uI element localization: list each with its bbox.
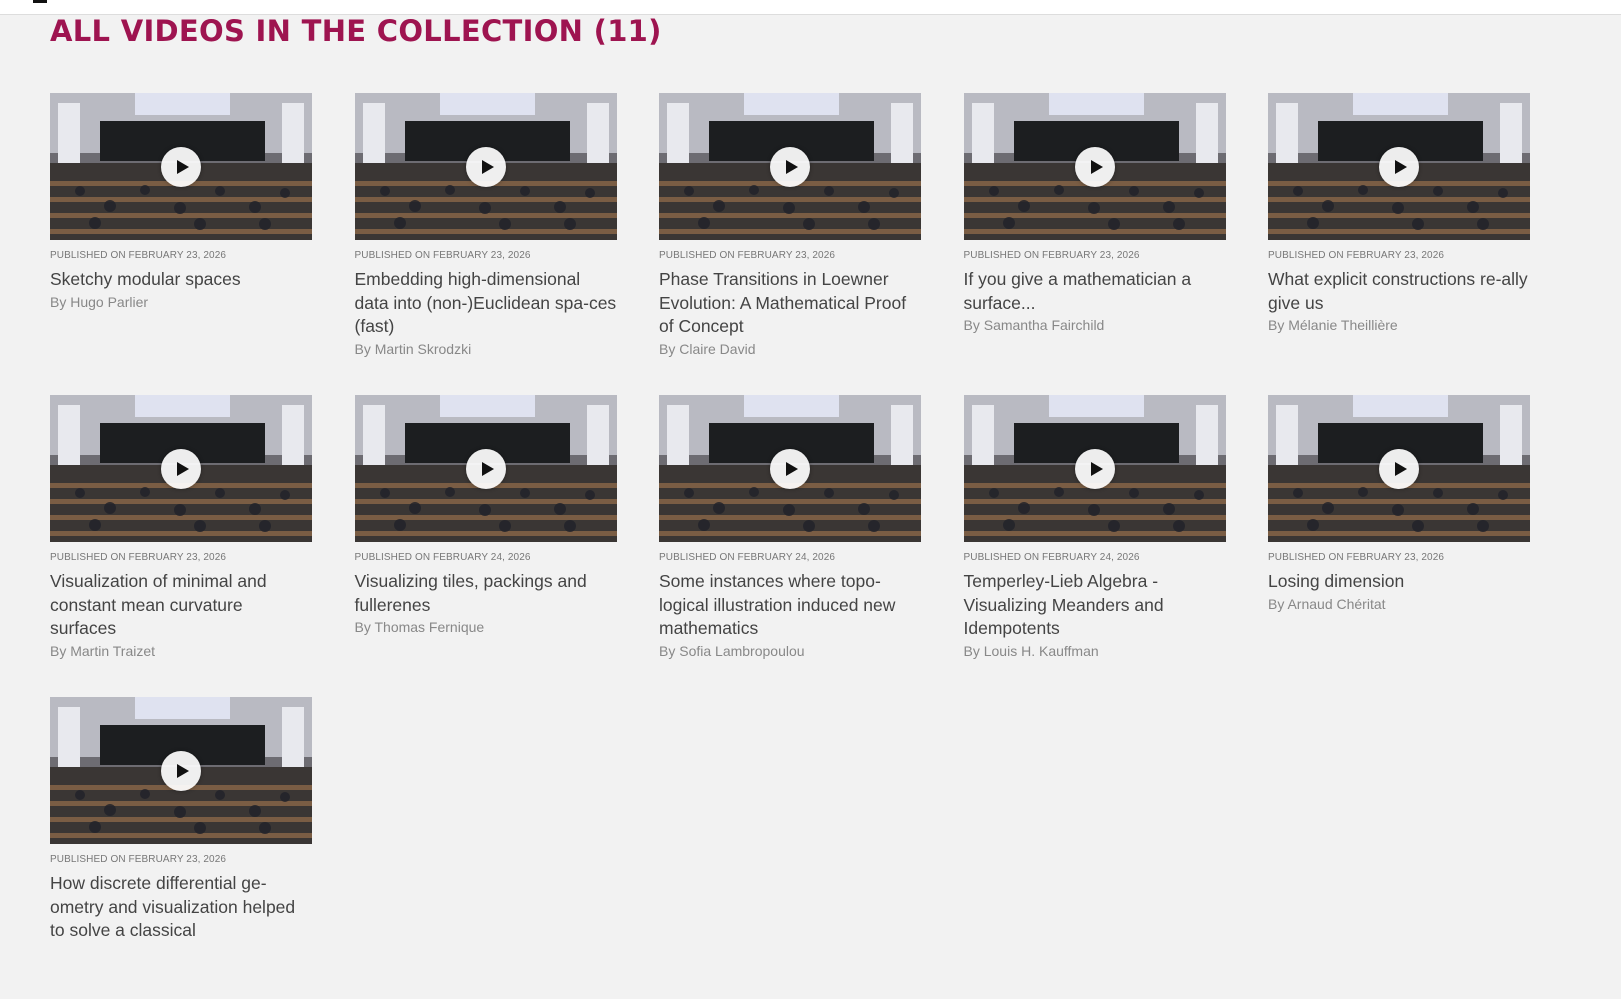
publish-date: PUBLISHED ON FEBRUARY 23, 2026 [50,552,227,563]
play-icon[interactable] [161,751,201,791]
video-card[interactable]: PUBLISHED ON FEBRUARY 23, 2026 How discr… [50,697,313,999]
video-title[interactable]: If you give a mathematician a surface... [964,268,1227,315]
video-thumbnail[interactable] [50,697,312,844]
play-icon[interactable] [161,449,201,489]
video-thumbnail[interactable] [354,395,617,542]
video-author: By Martin Skrodzki [354,340,472,357]
video-card[interactable]: PUBLISHED ON FEBRUARY 23, 2026 Embedding… [354,93,618,395]
publish-date: PUBLISHED ON FEBRUARY 24, 2026 [963,552,1140,563]
video-grid: PUBLISHED ON FEBRUARY 23, 2026 Sketchy m… [50,93,1530,999]
video-author: By Thomas Fernique [354,619,485,635]
publish-date: PUBLISHED ON FEBRUARY 23, 2026 [50,250,227,261]
play-icon[interactable] [1074,449,1115,489]
video-card[interactable]: PUBLISHED ON FEBRUARY 23, 2026 If you gi… [963,93,1227,395]
publish-date: PUBLISHED ON FEBRUARY 23, 2026 [1268,552,1445,563]
video-author: By Martin Traizet [50,642,156,659]
video-thumbnail[interactable] [1268,93,1530,240]
play-icon[interactable] [1379,449,1419,489]
video-card[interactable]: PUBLISHED ON FEBRUARY 23, 2026 Sketchy m… [50,93,313,395]
video-thumbnail[interactable] [963,93,1226,240]
video-thumbnail[interactable] [354,93,617,240]
video-card[interactable]: PUBLISHED ON FEBRUARY 24, 2026 Visualizi… [354,395,618,697]
publish-date: PUBLISHED ON FEBRUARY 23, 2026 [354,250,531,261]
video-title[interactable]: Temperley-Lieb Algebra - Visualizing Mea… [964,570,1227,641]
video-title[interactable]: Visualization of minimal and constant me… [50,570,313,641]
video-thumbnail[interactable] [963,395,1226,542]
video-title[interactable]: Some instances where topo-logical illust… [659,570,922,641]
publish-date: PUBLISHED ON FEBRUARY 23, 2026 [1268,250,1445,261]
play-icon[interactable] [770,449,810,489]
video-author: By Arnaud Chéritat [1268,595,1386,612]
play-icon[interactable] [1074,147,1115,187]
play-icon[interactable] [770,147,810,187]
video-thumbnail[interactable] [659,93,921,240]
publish-date: PUBLISHED ON FEBRUARY 23, 2026 [963,250,1140,261]
video-author: By Sofia Lambropoulou [659,642,805,659]
play-icon[interactable] [465,449,506,489]
play-icon[interactable] [161,147,201,187]
video-title[interactable]: Embedding high-dimensional data into (no… [355,268,618,339]
video-thumbnail[interactable] [50,395,312,542]
video-author: By Claire David [659,340,756,357]
video-card[interactable]: PUBLISHED ON FEBRUARY 23, 2026 Visualiza… [50,395,313,697]
video-card[interactable]: PUBLISHED ON FEBRUARY 24, 2026 Some inst… [659,395,922,697]
video-thumbnail[interactable] [50,93,312,240]
video-title[interactable]: Visualizing tiles, packings and fulleren… [355,570,618,617]
video-card[interactable]: PUBLISHED ON FEBRUARY 23, 2026 What expl… [1268,93,1531,395]
play-icon[interactable] [1379,147,1419,187]
video-author: By Hugo Parlier [50,293,149,310]
publish-date: PUBLISHED ON FEBRUARY 24, 2026 [354,552,531,563]
collection-heading: ALL VIDEOS IN THE COLLECTION (11) [50,14,662,48]
video-author: By Samantha Fairchild [963,317,1105,333]
video-title[interactable]: Sketchy modular spaces [50,268,313,292]
publish-date: PUBLISHED ON FEBRUARY 23, 2026 [659,250,836,261]
video-title[interactable]: Phase Transitions in Loewner Evolution: … [659,268,922,339]
publish-date: PUBLISHED ON FEBRUARY 24, 2026 [659,552,836,563]
publish-date: PUBLISHED ON FEBRUARY 23, 2026 [50,854,227,865]
video-author: By Mélanie Theillière [1268,317,1398,333]
top-navigation-bar [0,0,1621,15]
video-card[interactable]: PUBLISHED ON FEBRUARY 24, 2026 Temperley… [963,395,1227,697]
menu-icon[interactable] [33,0,47,3]
video-card[interactable]: PUBLISHED ON FEBRUARY 23, 2026 Losing di… [1268,395,1531,697]
video-author: By Louis H. Kauffman [963,642,1099,659]
video-thumbnail[interactable] [1268,395,1530,542]
play-icon[interactable] [465,147,506,187]
video-card[interactable]: PUBLISHED ON FEBRUARY 23, 2026 Phase Tra… [659,93,922,395]
video-title[interactable]: Losing dimension [1268,570,1531,594]
video-title[interactable]: What explicit constructions re-ally give… [1268,268,1531,315]
video-thumbnail[interactable] [659,395,921,542]
